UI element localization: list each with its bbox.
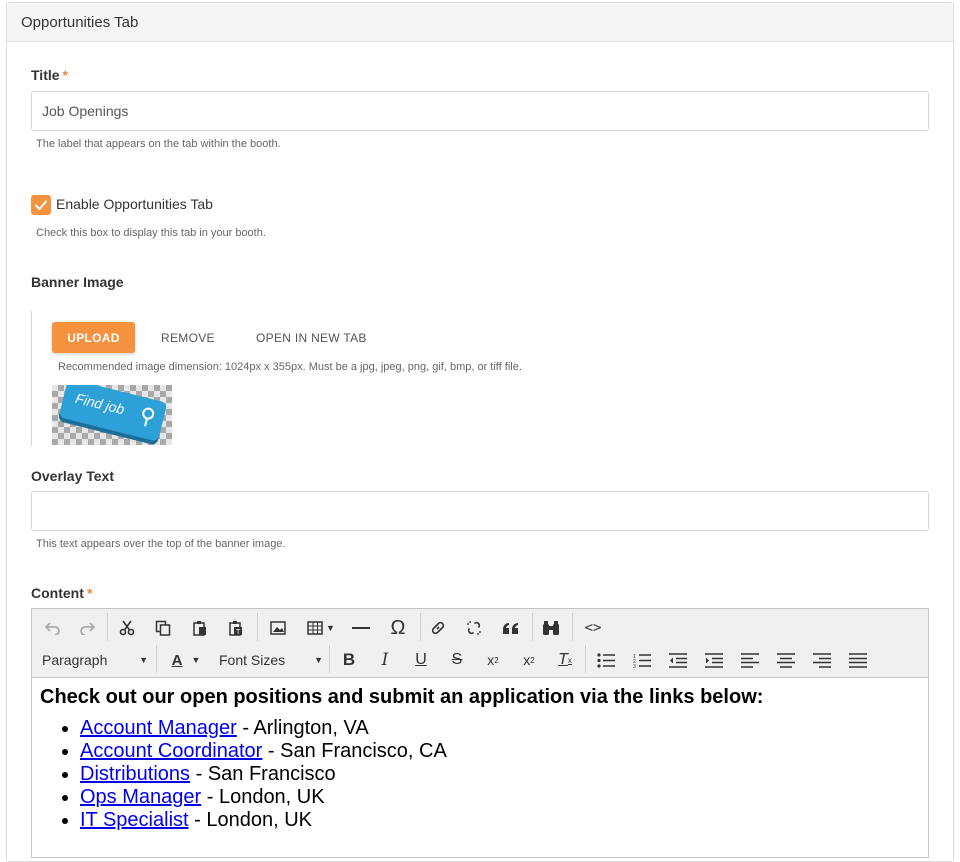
open-new-tab-button[interactable]: OPEN IN NEW TAB [256, 322, 367, 353]
font-size-select[interactable]: Font Sizes ▼ [219, 647, 323, 673]
table-icon[interactable]: ▼ [304, 615, 338, 641]
rich-text-editor[interactable]: T ▼ Ω <> Paragraph ▼ A ▼ Font Sizes ▼ B … [31, 608, 929, 858]
overlay-label: Overlay Text [31, 468, 115, 484]
job-link[interactable]: Ops Manager [80, 786, 201, 808]
panel-title: Opportunities Tab [7, 3, 953, 42]
font-color-button[interactable]: A ▼ [166, 647, 206, 673]
job-location: - San Francisco, CA [262, 740, 447, 762]
numbered-list-icon[interactable]: 123 [631, 647, 653, 673]
justify-icon[interactable] [847, 647, 869, 673]
underline-button[interactable]: U [410, 647, 432, 673]
list-item: Ops Manager - London, UK [80, 786, 920, 809]
content-label: Content * [31, 585, 92, 601]
job-list: Account Manager - Arlington, VA Account … [40, 717, 920, 832]
content-heading: Check out our open positions and submit … [40, 686, 764, 708]
find-replace-icon[interactable] [540, 615, 562, 641]
magnifier-icon [142, 407, 155, 427]
content-label-text: Content [31, 585, 84, 601]
svg-text:3: 3 [633, 664, 636, 668]
cut-icon[interactable] [116, 615, 138, 641]
paste-text-icon[interactable]: T [225, 615, 247, 641]
redo-icon[interactable] [76, 615, 98, 641]
list-item: Distributions - San Francisco [80, 763, 920, 786]
thumb-text: Find job [73, 389, 127, 418]
list-item: Account Manager - Arlington, VA [80, 717, 920, 740]
enable-tab-checkbox[interactable] [31, 195, 51, 215]
special-character-icon[interactable]: Ω [386, 615, 410, 641]
link-icon[interactable] [427, 615, 449, 641]
align-left-icon[interactable] [739, 647, 761, 673]
indent-icon[interactable] [703, 647, 725, 673]
copy-icon[interactable] [152, 615, 174, 641]
banner-thumbnail[interactable]: Find job [52, 385, 172, 445]
job-location: - London, UK [201, 786, 325, 808]
outdent-icon[interactable] [667, 647, 689, 673]
list-item: IT Specialist - London, UK [80, 809, 920, 832]
job-location: - San Francisco [190, 763, 336, 785]
font-color-icon: A [171, 651, 183, 669]
blockquote-icon[interactable] [500, 615, 522, 641]
title-label-text: Title [31, 67, 60, 83]
required-mark: * [62, 67, 68, 83]
editor-toolbar: T ▼ Ω <> Paragraph ▼ A ▼ Font Sizes ▼ B … [32, 609, 928, 678]
source-code-icon[interactable]: <> [582, 615, 604, 641]
format-select-label: Paragraph [42, 652, 108, 668]
format-select[interactable]: Paragraph ▼ [42, 647, 148, 673]
italic-button[interactable]: I [374, 647, 396, 673]
banner-help: Recommended image dimension: 1024px x 35… [58, 361, 522, 373]
job-link[interactable]: Distributions [80, 763, 190, 785]
title-input[interactable] [31, 91, 929, 131]
clear-format-icon[interactable]: Tx [554, 647, 576, 673]
banner-label: Banner Image [31, 274, 124, 290]
title-help: The label that appears on the tab within… [36, 138, 281, 150]
enable-tab-help: Check this box to display this tab in yo… [36, 227, 266, 239]
job-link[interactable]: IT Specialist [80, 809, 189, 831]
find-job-key-image: Find job [58, 385, 168, 442]
chevron-down-icon: ▼ [139, 655, 148, 665]
unlink-icon[interactable] [463, 615, 485, 641]
overlay-input[interactable] [31, 491, 929, 531]
horizontal-line-icon[interactable] [350, 615, 372, 641]
paste-icon[interactable] [189, 615, 211, 641]
remove-button[interactable]: REMOVE [161, 322, 215, 353]
title-label: Title * [31, 67, 68, 83]
job-location: - London, UK [188, 809, 312, 831]
job-link[interactable]: Account Coordinator [80, 740, 262, 762]
overlay-help: This text appears over the top of the ba… [36, 538, 286, 550]
checkmark-icon [35, 200, 47, 210]
subscript-icon[interactable]: x2 [482, 647, 504, 673]
content-required-mark: * [86, 585, 93, 601]
undo-icon[interactable] [42, 615, 64, 641]
svg-text:T: T [236, 629, 241, 636]
bold-button[interactable]: B [338, 647, 360, 673]
font-size-select-label: Font Sizes [219, 652, 286, 668]
list-item: Account Coordinator - San Francisco, CA [80, 740, 920, 763]
chevron-down-icon: ▼ [314, 655, 323, 665]
job-link[interactable]: Account Manager [80, 717, 237, 739]
job-location: - Arlington, VA [236, 717, 369, 739]
align-right-icon[interactable] [811, 647, 833, 673]
chevron-down-icon: ▼ [191, 655, 201, 665]
bullet-list-icon[interactable] [595, 647, 617, 673]
align-center-icon[interactable] [775, 647, 797, 673]
editor-content[interactable]: Check out our open positions and submit … [32, 678, 928, 840]
enable-tab-label[interactable]: Enable Opportunities Tab [56, 196, 213, 212]
strikethrough-button[interactable]: S [446, 647, 468, 673]
superscript-icon[interactable]: x2 [518, 647, 540, 673]
image-icon[interactable] [267, 615, 289, 641]
upload-button[interactable]: UPLOAD [52, 322, 135, 353]
